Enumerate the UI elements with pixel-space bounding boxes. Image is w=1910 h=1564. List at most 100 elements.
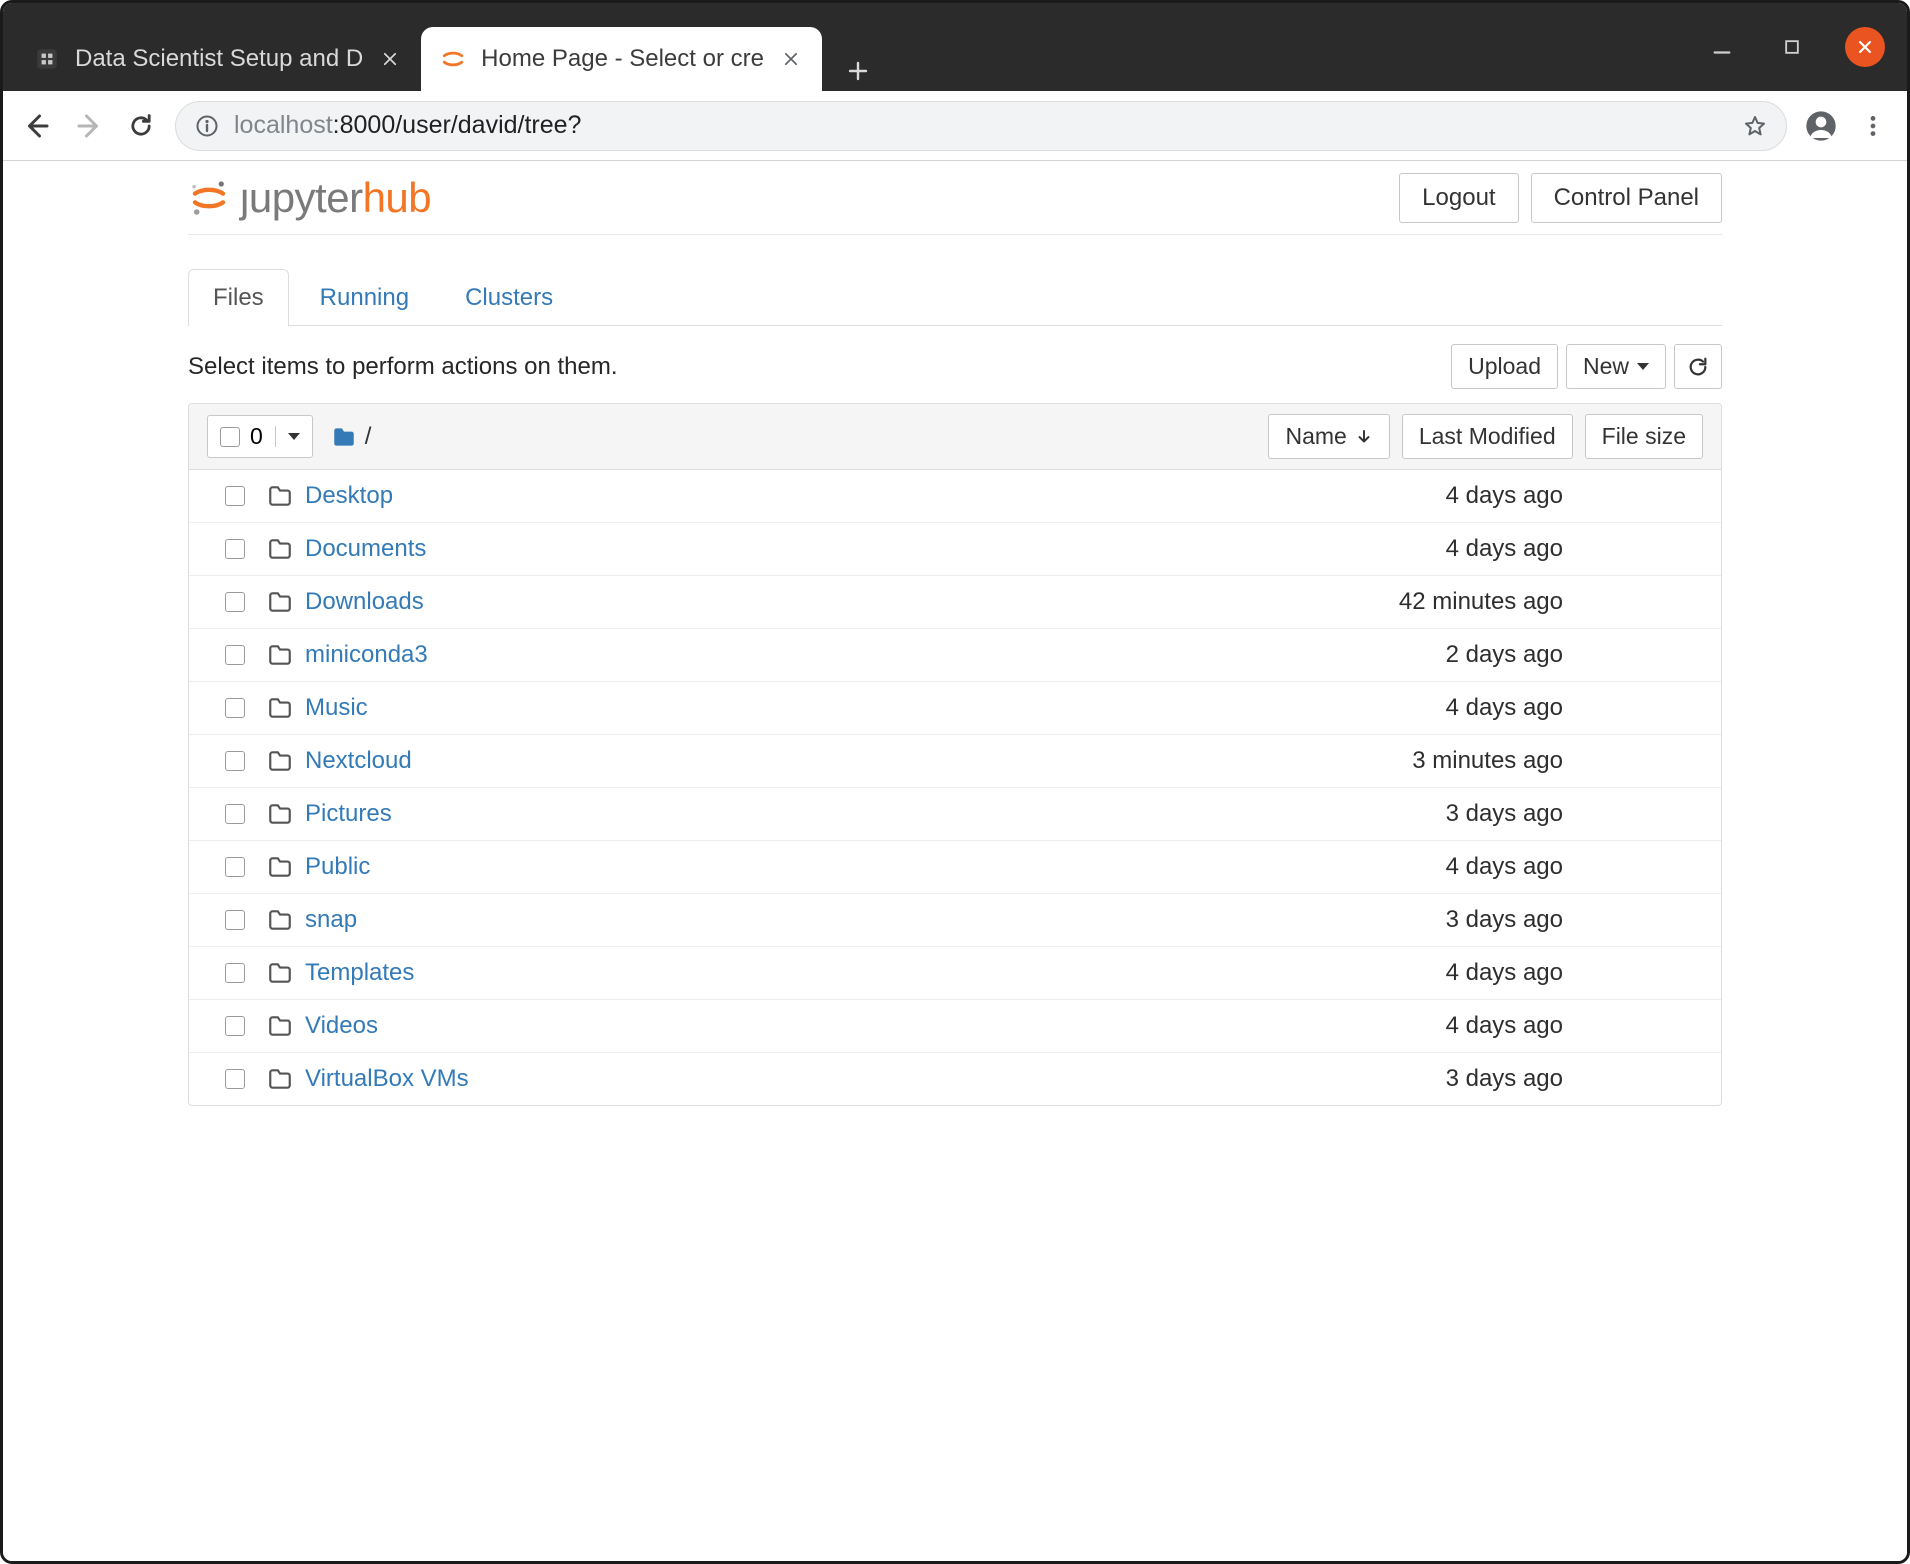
caret-down-icon [288, 433, 300, 440]
folder-outline-icon [267, 1066, 293, 1092]
list-item[interactable]: Downloads 42 minutes ago [189, 575, 1721, 628]
kebab-menu-icon[interactable] [1855, 108, 1891, 144]
profile-button[interactable] [1803, 108, 1839, 144]
window-controls [1705, 27, 1885, 67]
bookmark-star-icon[interactable] [1742, 113, 1768, 139]
item-name[interactable]: Nextcloud [305, 747, 412, 775]
url-host: localhost [234, 111, 333, 139]
folder-outline-icon [267, 907, 293, 933]
action-buttons: Upload New [1451, 344, 1722, 389]
url-path: :8000/user/david/tree? [333, 111, 582, 139]
list-item[interactable]: Documents 4 days ago [189, 522, 1721, 575]
list-header-right: Name Last Modified File size [1268, 414, 1703, 459]
item-name[interactable]: snap [305, 906, 357, 934]
item-modified: 3 days ago [1353, 1065, 1563, 1093]
logo-word-jupyter: ȷupyter [240, 174, 363, 221]
tab-clusters[interactable]: Clusters [440, 269, 578, 326]
tab-title: Data Scientist Setup and D [75, 45, 363, 73]
file-list: 0 / Name Last Modified [188, 403, 1722, 1106]
caret-down-icon [1637, 363, 1649, 370]
tabs-bar: Files Running Clusters [188, 269, 1722, 326]
item-name[interactable]: Downloads [305, 588, 424, 616]
logo-text: ȷupyterhub [240, 174, 431, 222]
control-panel-button[interactable]: Control Panel [1531, 173, 1722, 223]
list-item[interactable]: Videos 4 days ago [189, 999, 1721, 1052]
select-all-cell[interactable]: 0 [208, 416, 275, 457]
sort-name[interactable]: Name [1268, 414, 1389, 459]
tab-close-icon[interactable] [778, 46, 804, 72]
refresh-button[interactable] [1674, 344, 1722, 389]
row-checkbox[interactable] [225, 910, 245, 930]
row-checkbox[interactable] [225, 1016, 245, 1036]
list-item[interactable]: Templates 4 days ago [189, 946, 1721, 999]
item-name[interactable]: Templates [305, 959, 414, 987]
item-name[interactable]: VirtualBox VMs [305, 1065, 469, 1093]
row-checkbox[interactable] [225, 698, 245, 718]
folder-outline-icon [267, 483, 293, 509]
row-checkbox[interactable] [225, 751, 245, 771]
tabstrip: Data Scientist Setup and D Home Page - S… [15, 3, 1705, 91]
tab-running[interactable]: Running [295, 269, 434, 326]
item-modified: 3 days ago [1353, 800, 1563, 828]
list-item[interactable]: miniconda3 2 days ago [189, 628, 1721, 681]
row-checkbox[interactable] [225, 857, 245, 877]
list-item[interactable]: Music 4 days ago [189, 681, 1721, 734]
folder-outline-icon [267, 1013, 293, 1039]
item-modified: 42 minutes ago [1353, 588, 1563, 616]
item-name[interactable]: miniconda3 [305, 641, 428, 669]
upload-button[interactable]: Upload [1451, 344, 1558, 389]
back-button[interactable] [19, 108, 55, 144]
folder-outline-icon [267, 695, 293, 721]
row-checkbox[interactable] [225, 486, 245, 506]
omnibox[interactable]: localhost:8000/user/david/tree? [175, 101, 1787, 151]
window-maximize-icon[interactable] [1775, 30, 1809, 64]
reload-button[interactable] [123, 108, 159, 144]
page: ȷupyterhub Logout Control Panel Files Ru… [3, 161, 1907, 1561]
folder-outline-icon [267, 536, 293, 562]
row-checkbox[interactable] [225, 539, 245, 559]
sort-name-label: Name [1285, 423, 1346, 450]
window-close-icon[interactable] [1845, 27, 1885, 67]
breadcrumb[interactable]: / [331, 423, 372, 451]
header-buttons: Logout Control Panel [1399, 173, 1722, 223]
new-tab-button[interactable] [838, 51, 878, 91]
item-modified: 3 days ago [1353, 906, 1563, 934]
item-name[interactable]: Pictures [305, 800, 392, 828]
list-item[interactable]: VirtualBox VMs 3 days ago [189, 1052, 1721, 1105]
tab-active[interactable]: Home Page - Select or cre [421, 27, 822, 91]
row-checkbox[interactable] [225, 804, 245, 824]
item-name[interactable]: Desktop [305, 482, 393, 510]
select-all-checkbox[interactable] [220, 427, 240, 447]
tab-close-icon[interactable] [377, 46, 403, 72]
action-row: Select items to perform actions on them.… [188, 344, 1722, 389]
action-blurb: Select items to perform actions on them. [188, 353, 618, 381]
new-dropdown[interactable]: New [1566, 344, 1666, 389]
folder-icon [331, 424, 357, 450]
item-name[interactable]: Public [305, 853, 370, 881]
window-minimize-icon[interactable] [1705, 30, 1739, 64]
row-checkbox[interactable] [225, 645, 245, 665]
item-modified: 4 days ago [1353, 535, 1563, 563]
tab-inactive[interactable]: Data Scientist Setup and D [15, 27, 421, 91]
item-modified: 2 days ago [1353, 641, 1563, 669]
item-name[interactable]: Documents [305, 535, 426, 563]
logout-button[interactable]: Logout [1399, 173, 1518, 223]
row-checkbox[interactable] [225, 592, 245, 612]
item-modified: 4 days ago [1353, 1012, 1563, 1040]
sort-last-modified[interactable]: Last Modified [1402, 414, 1573, 459]
arrow-down-icon [1355, 428, 1373, 446]
list-item[interactable]: snap 3 days ago [189, 893, 1721, 946]
row-checkbox[interactable] [225, 1069, 245, 1089]
list-item[interactable]: Pictures 3 days ago [189, 787, 1721, 840]
select-menu-dropdown[interactable] [275, 426, 312, 447]
sort-file-size[interactable]: File size [1585, 414, 1703, 459]
tab-files[interactable]: Files [188, 269, 289, 326]
list-item[interactable]: Public 4 days ago [189, 840, 1721, 893]
jupyterhub-logo[interactable]: ȷupyterhub [188, 174, 431, 222]
item-name[interactable]: Music [305, 694, 368, 722]
item-name[interactable]: Videos [305, 1012, 378, 1040]
row-checkbox[interactable] [225, 963, 245, 983]
list-item[interactable]: Nextcloud 3 minutes ago [189, 734, 1721, 787]
list-item[interactable]: Desktop 4 days ago [189, 470, 1721, 522]
site-info-icon[interactable] [194, 113, 220, 139]
